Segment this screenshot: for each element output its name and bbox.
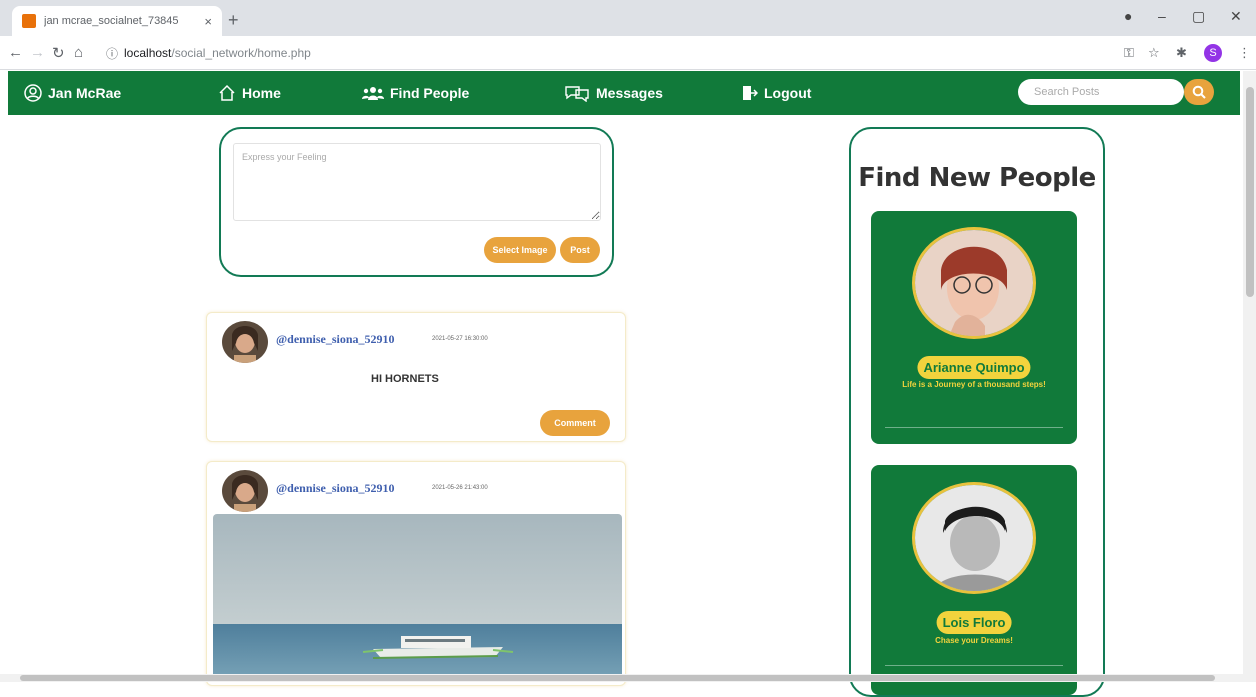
post-composer: Select Image Post (219, 127, 614, 277)
extensions-icon[interactable]: ✱ (1176, 45, 1187, 61)
post-text: HI HORNETS (371, 373, 439, 385)
person-name[interactable]: Lois Floro (936, 611, 1012, 634)
person-card: Arianne Quimpo Life is a Journey of a th… (871, 211, 1077, 444)
post-username[interactable]: @dennise_siona_52910 (276, 332, 395, 347)
browser-tabstrip: jan mcrae_socialnet_73845 × + ● – ▢ ✕ (0, 0, 1256, 36)
nav-home-link[interactable]: Home (218, 71, 281, 115)
chat-icon (565, 86, 589, 102)
favicon-icon (22, 14, 36, 28)
nav-logout-link[interactable]: Logout (740, 71, 811, 115)
post-timestamp: 2021-05-27 16:30:00 (432, 336, 488, 342)
key-icon[interactable]: ⚿ (1124, 45, 1134, 61)
info-icon[interactable]: ⓘ (106, 45, 118, 62)
close-icon[interactable]: × (204, 14, 212, 29)
nav-find-people-label: Find People (390, 85, 470, 101)
maximize-icon[interactable]: ▢ (1192, 8, 1205, 25)
select-image-button[interactable]: Select Image (484, 237, 556, 263)
reload-icon[interactable]: ↻ (52, 44, 65, 62)
home-icon (219, 84, 235, 101)
site-navbar: Jan McRae Home Find People Messages Logo… (8, 71, 1240, 115)
divider (885, 665, 1063, 666)
post-username[interactable]: @dennise_siona_52910 (276, 481, 395, 496)
search-button[interactable] (1184, 79, 1214, 105)
sidebar-title: Find New People (858, 163, 1096, 193)
nav-profile-link[interactable]: Jan McRae (24, 71, 121, 115)
nav-user-name: Jan McRae (48, 85, 122, 101)
window-close-icon[interactable]: ✕ (1230, 8, 1242, 25)
search-input[interactable] (1018, 79, 1184, 105)
horizontal-scrollbar[interactable] (0, 674, 1243, 682)
users-icon (362, 87, 384, 100)
new-tab-icon[interactable]: + (228, 10, 239, 31)
nav-messages-link[interactable]: Messages (564, 71, 663, 115)
post-textarea[interactable] (233, 143, 601, 221)
person-bio: Chase your Dreams! (935, 636, 1013, 645)
profile-avatar[interactable]: S (1204, 44, 1222, 62)
forward-icon[interactable]: → (30, 44, 45, 61)
record-icon[interactable]: ● (1124, 8, 1132, 24)
post-timestamp: 2021-05-26 21:43:00 (432, 485, 488, 491)
url-host: localhost (124, 46, 172, 60)
url-input[interactable]: ⓘ localhost /social_network/home.php (96, 41, 1076, 65)
post-button[interactable]: Post (560, 237, 600, 263)
comment-button[interactable]: Comment (540, 410, 610, 436)
horizontal-scroll-thumb[interactable] (20, 675, 1215, 681)
search-icon (1192, 85, 1206, 99)
nav-logout-label: Logout (764, 85, 812, 101)
vertical-scroll-thumb[interactable] (1246, 87, 1254, 297)
avatar-photo (222, 470, 268, 512)
post-card: @dennise_siona_52910 2021-05-27 16:30:00… (206, 312, 626, 442)
divider (885, 427, 1063, 428)
avatar[interactable] (222, 470, 268, 512)
tab-title: jan mcrae_socialnet_73845 (44, 15, 179, 27)
vertical-scrollbar[interactable] (1243, 71, 1256, 682)
home-icon[interactable]: ⌂ (74, 44, 83, 61)
browser-tab[interactable]: jan mcrae_socialnet_73845 × (12, 6, 222, 36)
url-path: /social_network/home.php (171, 46, 311, 60)
post-card: @dennise_siona_52910 2021-05-26 21:43:00 (206, 461, 626, 686)
address-bar-row: ← → ↻ ⌂ ⓘ localhost /social_network/home… (0, 36, 1256, 70)
avatar[interactable] (222, 321, 268, 363)
person-bio: Life is a Journey of a thousand steps! (902, 380, 1046, 389)
minimize-icon[interactable]: – (1158, 8, 1166, 24)
avatar-photo (222, 321, 268, 363)
find-people-sidebar: Find New People Arianne Quimpo Life is a… (849, 127, 1105, 697)
menu-icon[interactable]: ⋮ (1238, 45, 1251, 61)
nav-home-label: Home (242, 85, 281, 101)
nav-find-people-link[interactable]: Find People (362, 71, 469, 115)
star-icon[interactable]: ☆ (1148, 45, 1160, 61)
person-card: Lois Floro Chase your Dreams! (871, 465, 1077, 695)
back-icon[interactable]: ← (8, 44, 23, 61)
user-icon (24, 84, 42, 102)
post-image[interactable] (213, 514, 622, 682)
person-photo[interactable] (912, 482, 1036, 594)
logout-icon (743, 86, 758, 100)
person-photo[interactable] (912, 227, 1036, 339)
nav-messages-label: Messages (596, 85, 663, 101)
person-name[interactable]: Arianne Quimpo (917, 356, 1031, 379)
